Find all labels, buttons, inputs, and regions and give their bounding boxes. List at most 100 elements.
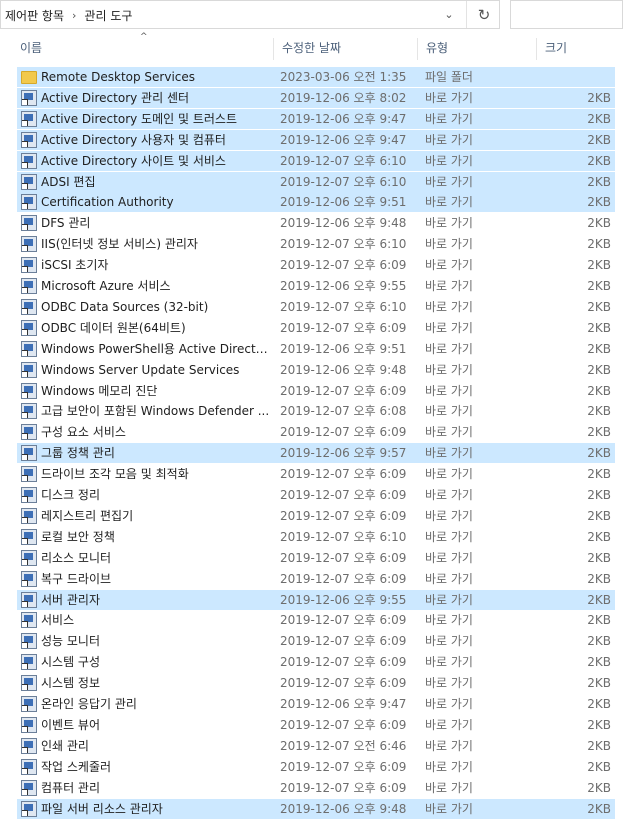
file-row[interactable]: 구성 요소 서비스 2019-12-07 오후 6:09 바로 가기 2KB xyxy=(17,422,615,442)
refresh-icon[interactable]: ↻ xyxy=(466,1,501,28)
file-row[interactable]: 이벤트 뷰어 2019-12-07 오후 6:09 바로 가기 2KB xyxy=(17,715,615,735)
file-type: 바로 가기 xyxy=(425,634,473,649)
file-name: Microsoft Azure 서비스 xyxy=(41,279,171,293)
file-row[interactable]: 인쇄 관리 2019-12-07 오전 6:46 바로 가기 2KB xyxy=(17,736,615,756)
file-row[interactable]: 그룹 정책 관리 2019-12-06 오후 9:57 바로 가기 2KB xyxy=(17,443,615,464)
file-row[interactable]: 레지스트리 편집기 2019-12-07 오후 6:09 바로 가기 2KB xyxy=(17,506,615,526)
shortcut-icon xyxy=(21,173,37,190)
file-date: 2019-12-07 오후 6:10 xyxy=(280,174,407,189)
file-type: 바로 가기 xyxy=(425,446,473,461)
file-date: 2019-12-06 오후 9:48 xyxy=(280,801,407,816)
file-row[interactable]: Active Directory 관리 센터 2019-12-06 오후 8:02… xyxy=(17,87,615,108)
breadcrumb-admin-tools[interactable]: 관리 도구 xyxy=(84,7,132,24)
file-size: 2KB xyxy=(587,780,611,795)
search-input[interactable] xyxy=(510,0,623,29)
file-date: 2019-12-07 오후 6:09 xyxy=(280,634,407,649)
file-row[interactable]: Windows Server Update Services 2019-12-06… xyxy=(17,360,615,380)
breadcrumb-chevron-icon[interactable]: › xyxy=(72,9,76,22)
file-row[interactable]: 시스템 구성 2019-12-07 오후 6:09 바로 가기 2KB xyxy=(17,652,615,672)
file-type: 바로 가기 xyxy=(425,132,473,147)
file-row[interactable]: Active Directory 도메인 및 트러스트 2019-12-06 오후… xyxy=(17,108,615,129)
file-size: 2KB xyxy=(587,111,611,126)
file-row[interactable]: iSCSI 초기자 2019-12-07 오후 6:09 바로 가기 2KB xyxy=(17,255,615,275)
file-row[interactable]: Certification Authority 2019-12-06 오후 9:5… xyxy=(17,192,615,213)
file-name: 이벤트 뷰어 xyxy=(41,717,101,732)
file-row[interactable]: 디스크 정리 2019-12-07 오후 6:09 바로 가기 2KB xyxy=(17,485,615,505)
file-row[interactable]: DFS 관리 2019-12-06 오후 9:48 바로 가기 2KB xyxy=(17,213,615,233)
file-name: Active Directory 사이트 및 서비스 xyxy=(41,153,226,168)
file-row[interactable]: IIS(인터넷 정보 서비스) 관리자 2019-12-07 오후 6:10 바로 … xyxy=(17,234,615,254)
column-divider[interactable] xyxy=(417,38,418,60)
file-size: 2KB xyxy=(587,299,611,314)
file-size: 2KB xyxy=(587,279,611,293)
file-date: 2019-12-07 오후 6:09 xyxy=(280,571,407,586)
file-type: 바로 가기 xyxy=(425,404,473,419)
file-name: 구성 요소 서비스 xyxy=(41,425,126,440)
column-header-date[interactable]: 수정한 날짜 xyxy=(277,36,417,63)
file-name: 인쇄 관리 xyxy=(41,738,89,753)
shortcut-icon xyxy=(21,466,37,483)
shortcut-icon xyxy=(21,131,37,148)
file-row[interactable]: 고급 보안이 포함된 Windows Defender ... 2019-12-0… xyxy=(17,401,615,421)
file-date: 2019-12-07 오후 6:09 xyxy=(280,508,407,523)
file-row[interactable]: 서비스 2019-12-07 오후 6:09 바로 가기 2KB xyxy=(17,610,615,630)
file-date: 2019-12-07 오후 6:10 xyxy=(280,299,407,314)
column-header-type[interactable]: 유형 xyxy=(421,36,536,63)
file-row[interactable]: Remote Desktop Services 2023-03-06 오전 1:3… xyxy=(17,67,615,87)
shortcut-icon xyxy=(21,779,37,796)
file-row[interactable]: 컴퓨터 관리 2019-12-07 오후 6:09 바로 가기 2KB xyxy=(17,778,615,798)
file-row[interactable]: Active Directory 사이트 및 서비스 2019-12-07 오후 … xyxy=(17,150,615,171)
file-row[interactable]: Microsoft Azure 서비스 2019-12-06 오후 9:55 바로 … xyxy=(17,276,615,296)
file-row[interactable]: 리소스 모니터 2019-12-07 오후 6:09 바로 가기 2KB xyxy=(17,548,615,568)
shortcut-icon xyxy=(21,152,37,169)
file-row[interactable]: 복구 드라이브 2019-12-07 오후 6:09 바로 가기 2KB xyxy=(17,569,615,589)
breadcrumb-control-panel-items[interactable]: 제어판 항목 xyxy=(5,7,64,24)
address-bar[interactable]: 제어판 항목 › 관리 도구 ⌄ ↻ xyxy=(0,0,500,29)
file-row[interactable]: Windows PowerShell용 Active Directory... 2… xyxy=(17,339,615,359)
file-name: IIS(인터넷 정보 서비스) 관리자 xyxy=(41,237,198,252)
address-dropdown-chevron-icon[interactable]: ⌄ xyxy=(433,1,465,28)
column-header-name[interactable]: 이름 xyxy=(15,36,273,63)
file-size: 2KB xyxy=(587,759,611,774)
file-row[interactable]: 드라이브 조각 모음 및 최적화 2019-12-07 오후 6:09 바로 가기 2… xyxy=(17,464,615,484)
file-row[interactable]: ADSI 편집 2019-12-07 오후 6:10 바로 가기 2KB xyxy=(17,171,615,192)
file-date: 2019-12-07 오후 6:09 xyxy=(280,780,407,795)
file-size: 2KB xyxy=(587,508,611,523)
file-row[interactable]: Windows 메모리 진단 2019-12-07 오후 6:09 바로 가기 2KB xyxy=(17,381,615,401)
shortcut-icon xyxy=(21,549,37,566)
file-date: 2019-12-06 오후 9:48 xyxy=(280,362,407,377)
shortcut-icon xyxy=(21,612,37,629)
file-row[interactable]: 로컬 보안 정책 2019-12-07 오후 6:10 바로 가기 2KB xyxy=(17,527,615,547)
column-divider[interactable] xyxy=(536,38,537,60)
file-name: 컴퓨터 관리 xyxy=(41,780,101,795)
file-size: 2KB xyxy=(587,801,611,816)
shortcut-icon xyxy=(21,633,37,650)
shortcut-icon xyxy=(21,403,37,420)
file-row[interactable]: ODBC Data Sources (32-bit) 2019-12-07 오후 … xyxy=(17,297,615,317)
file-name: 서버 관리자 xyxy=(41,592,101,607)
shortcut-icon xyxy=(21,236,37,253)
file-row[interactable]: 성능 모니터 2019-12-07 오후 6:09 바로 가기 2KB xyxy=(17,631,615,651)
file-type: 바로 가기 xyxy=(425,655,473,670)
file-row[interactable]: 시스템 정보 2019-12-07 오후 6:09 바로 가기 2KB xyxy=(17,673,615,693)
file-type: 바로 가기 xyxy=(425,697,473,711)
file-size: 2KB xyxy=(587,341,611,356)
shortcut-icon xyxy=(21,215,37,232)
file-row[interactable]: 파일 서버 리소스 관리자 2019-12-06 오후 9:48 바로 가기 2KB xyxy=(17,798,615,819)
file-size: 2KB xyxy=(587,550,611,565)
file-row[interactable]: Active Directory 사용자 및 컴퓨터 2019-12-06 오후 … xyxy=(17,129,615,150)
file-row[interactable]: 서버 관리자 2019-12-06 오후 9:55 바로 가기 2KB xyxy=(17,589,615,610)
file-row[interactable]: ODBC 데이터 원본(64비트) 2019-12-07 오후 6:09 바로 가기… xyxy=(17,318,615,338)
shortcut-icon xyxy=(21,298,37,315)
file-size: 2KB xyxy=(587,404,611,419)
column-header-size[interactable]: 크기 xyxy=(540,36,620,63)
file-row[interactable]: 작업 스케줄러 2019-12-07 오후 6:09 바로 가기 2KB xyxy=(17,757,615,777)
file-date: 2019-12-07 오후 6:09 xyxy=(280,258,407,273)
file-size: 2KB xyxy=(587,529,611,544)
file-type: 바로 가기 xyxy=(425,237,473,252)
file-row[interactable]: 온라인 응답기 관리 2019-12-06 오후 9:47 바로 가기 2KB xyxy=(17,694,615,714)
shortcut-icon xyxy=(21,361,37,378)
file-date: 2019-12-06 오후 9:47 xyxy=(280,697,407,711)
column-divider[interactable] xyxy=(273,38,274,60)
shortcut-icon xyxy=(21,194,37,211)
